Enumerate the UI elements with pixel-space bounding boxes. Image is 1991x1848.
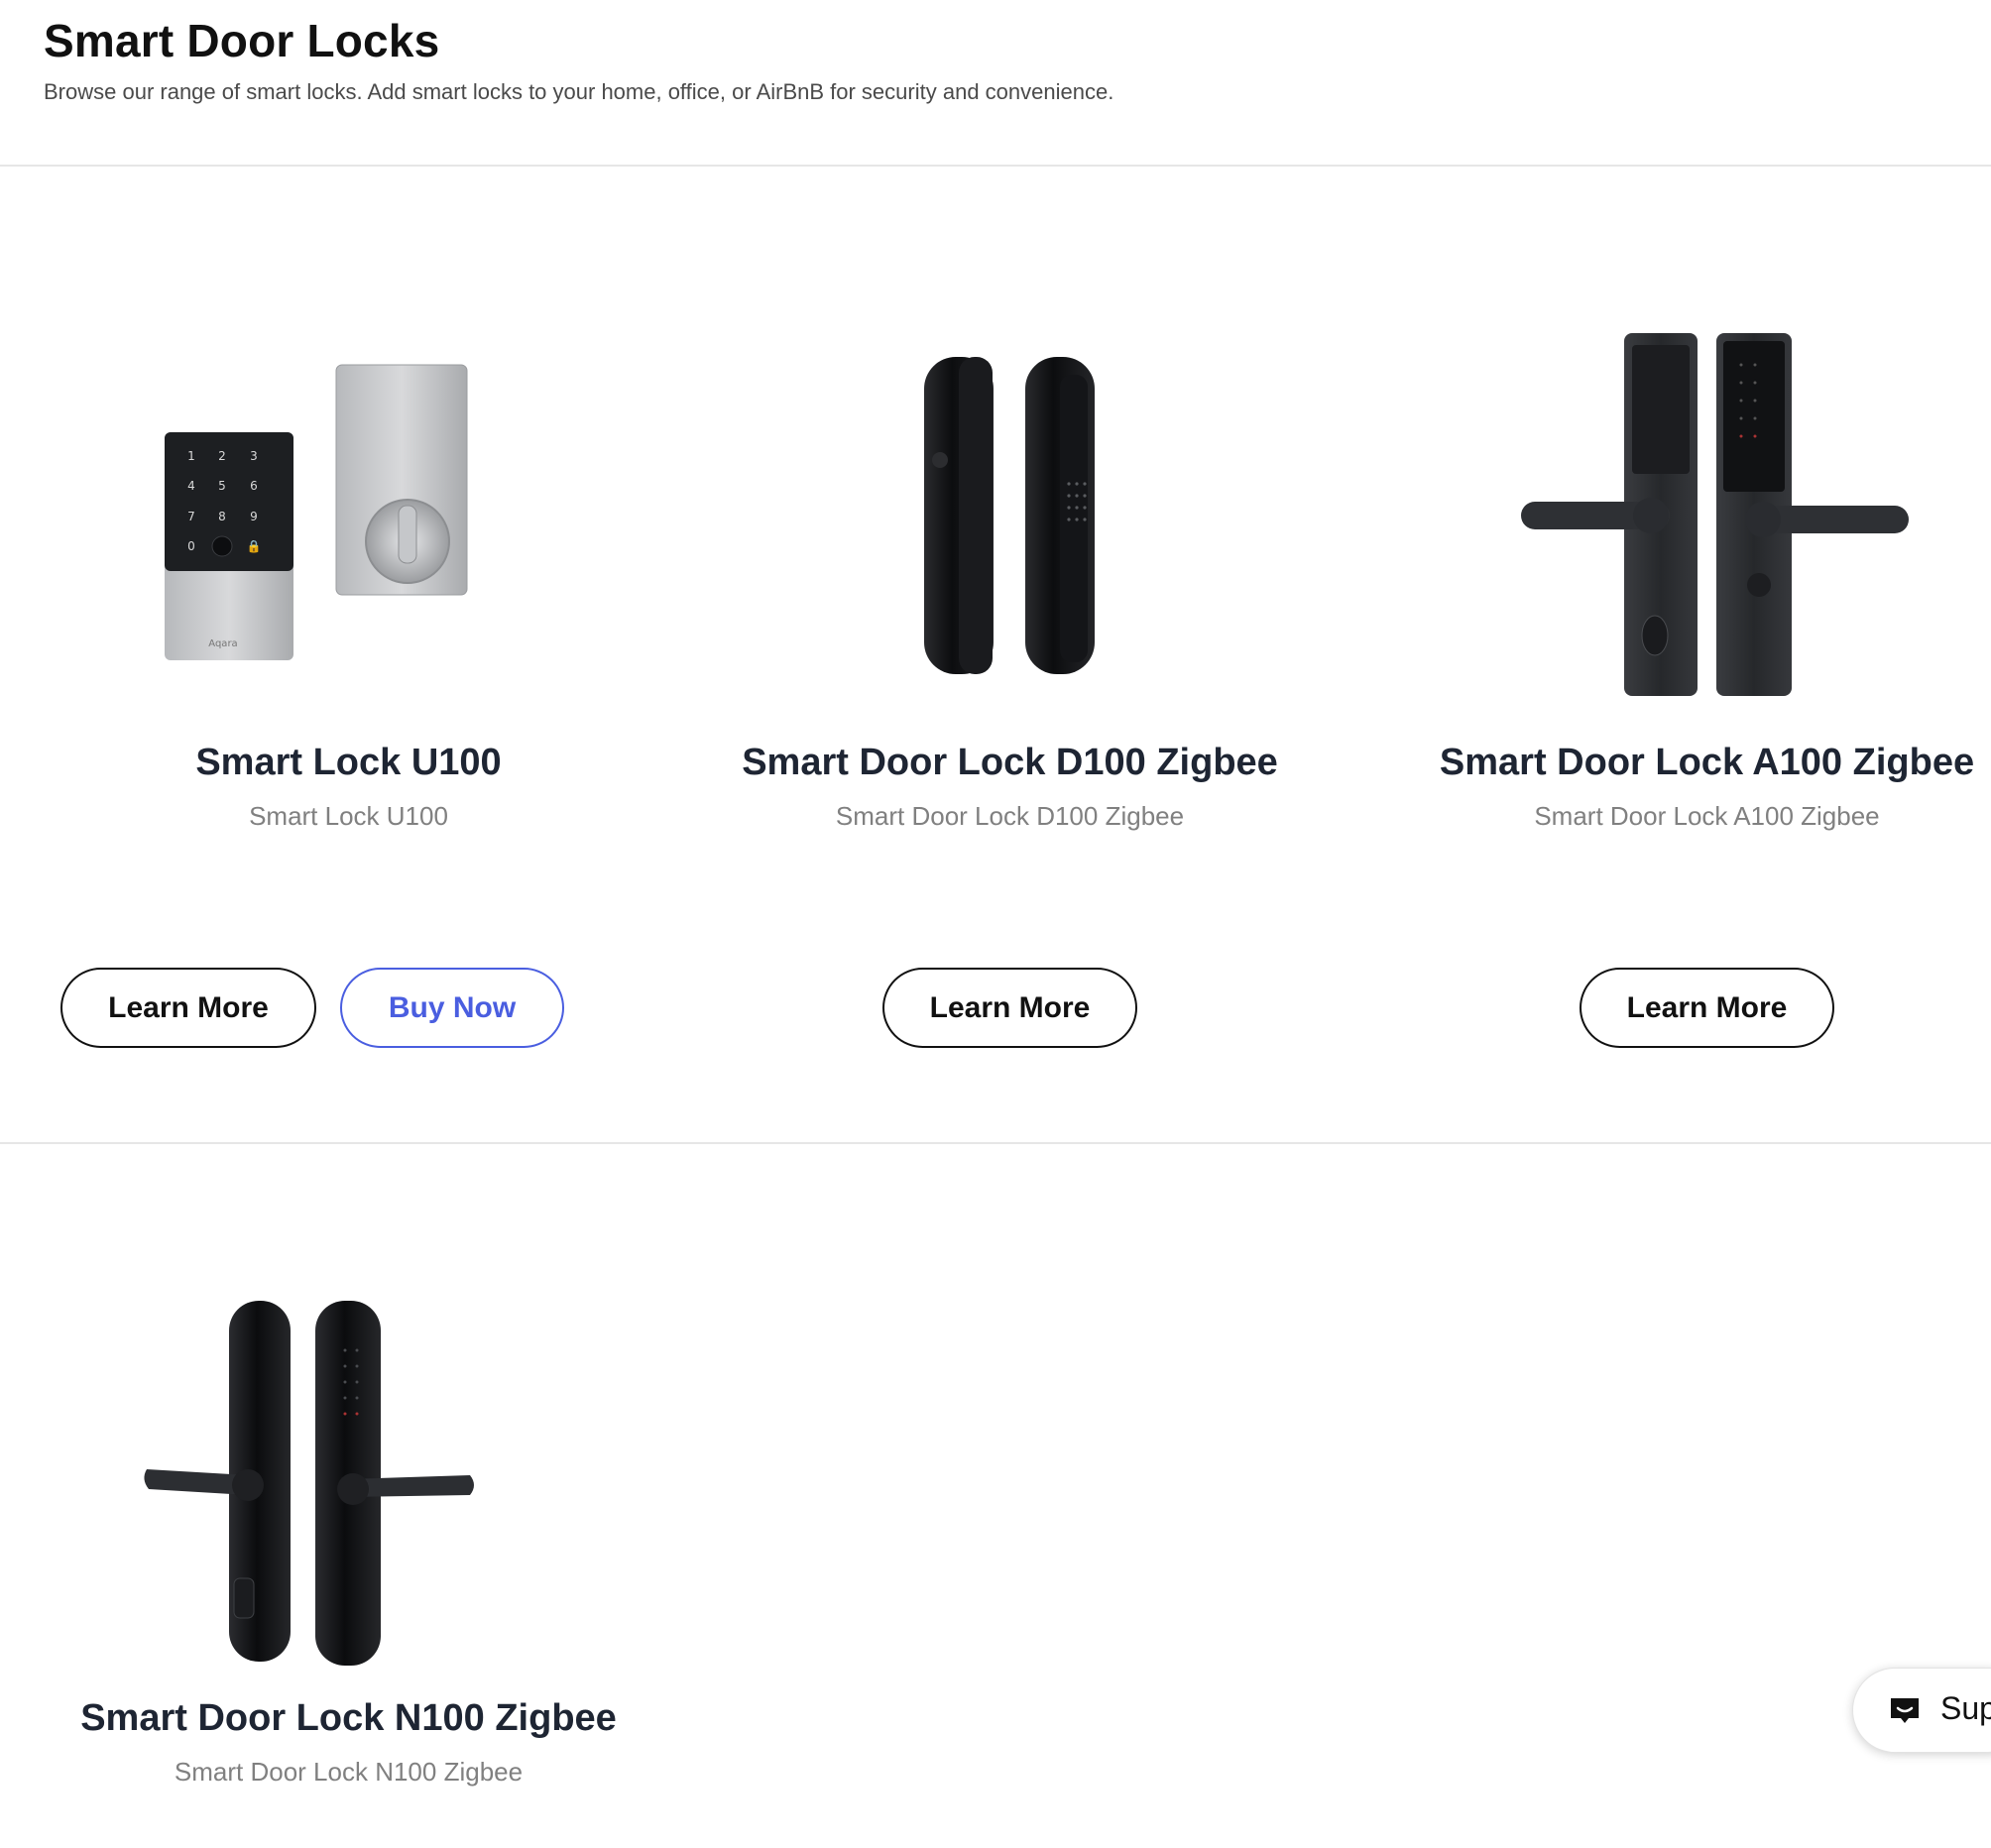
product-card-u100: 1 2 3 4 5 6 7 8 9 0 🔒 Aqara Smart Lock U100 Sma… [0,315,697,1069]
product-name: Smart Lock U100 [195,742,502,783]
product-subtitle: Smart Door Lock A100 Zigbee [1534,801,1880,831]
learn-more-button[interactable]: Learn More [882,968,1137,1048]
svg-text:Aqara: Aqara [208,638,237,649]
product-subtitle: Smart Lock U100 [249,801,448,831]
push-pull-lock-image[interactable] [661,315,1358,712]
row-divider [0,1142,1991,1144]
svg-text:9: 9 [250,510,258,523]
support-button[interactable]: Sup [1852,1668,1991,1753]
learn-more-button[interactable]: Learn More [60,968,316,1048]
buy-now-button[interactable]: Buy Now [340,968,564,1048]
svg-text:4: 4 [187,479,195,493]
svg-text:8: 8 [218,510,226,523]
page-header: Smart Door Locks Browse our range of sma… [0,0,1991,167]
product-card-d100: Smart Door Lock D100 Zigbee Smart Door L… [661,315,1358,1069]
chat-icon [1891,1698,1919,1723]
keypad-deadbolt-lock-image[interactable]: 1 2 3 4 5 6 7 8 9 0 🔒 Aqara [0,315,697,712]
product-card-n100: Smart Door Lock N100 Zigbee Smart Door L… [0,1271,697,1826]
lever-handle-lock-image[interactable] [0,1271,697,1668]
svg-text:1: 1 [187,449,195,463]
learn-more-button[interactable]: Learn More [1580,968,1834,1048]
svg-text:3: 3 [250,449,258,463]
svg-text:2: 2 [218,449,226,463]
product-subtitle: Smart Door Lock N100 Zigbee [174,1757,524,1787]
lever-handle-lock-image[interactable] [1358,315,1991,712]
svg-text:0: 0 [187,539,195,553]
svg-text:7: 7 [187,510,195,523]
svg-text:🔒: 🔒 [247,539,262,553]
svg-text:6: 6 [250,479,258,493]
product-name: Smart Door Lock A100 Zigbee [1439,742,1975,783]
product-name: Smart Door Lock N100 Zigbee [80,1697,617,1739]
product-subtitle: Smart Door Lock D100 Zigbee [835,801,1185,831]
product-name: Smart Door Lock D100 Zigbee [742,742,1278,783]
product-card-a100: Smart Door Lock A100 Zigbee Smart Door L… [1358,315,1991,1069]
page-title: Smart Door Locks [44,15,440,66]
support-label: Sup [1940,1690,1991,1726]
page-subtitle: Browse our range of smart locks. Add sma… [44,79,1114,104]
svg-text:5: 5 [218,479,226,493]
